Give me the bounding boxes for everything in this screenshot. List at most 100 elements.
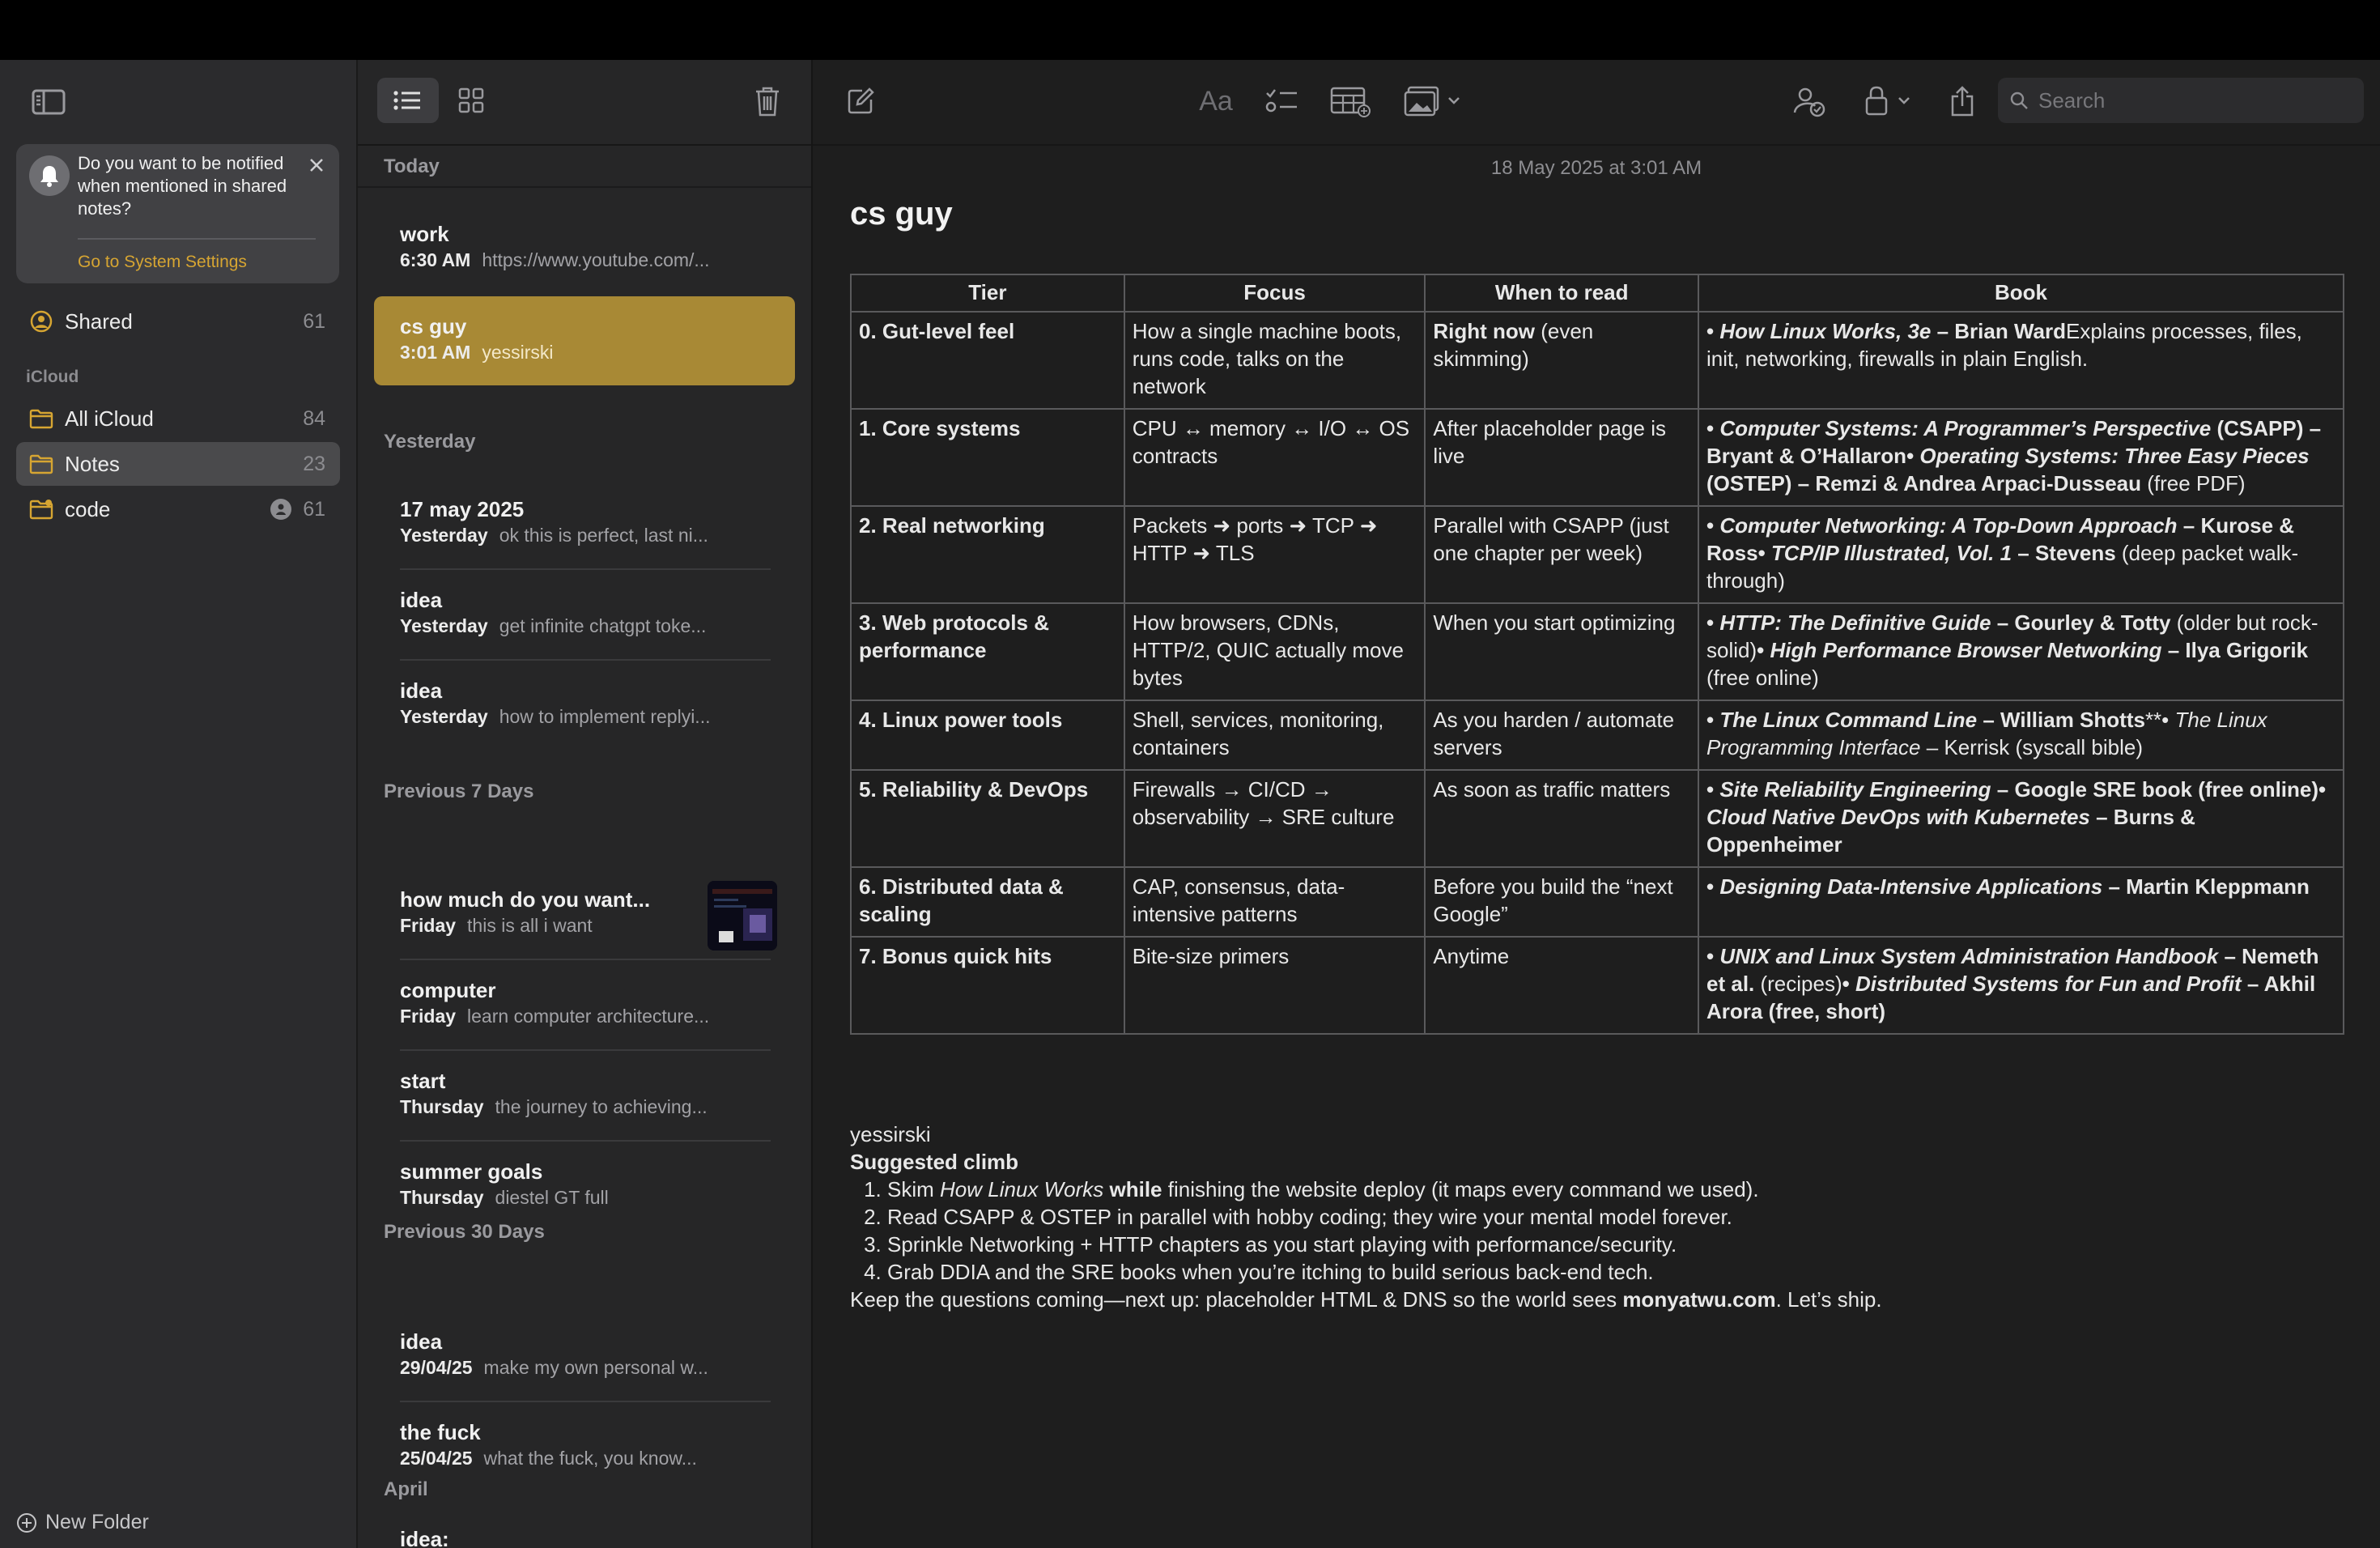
when-cell[interactable]: When you start optimizing bbox=[1424, 602, 1700, 701]
note-item-work[interactable]: work 6:30 AM https://www.youtube.com/... bbox=[374, 204, 795, 293]
note-item-17-may-2025[interactable]: 17 may 2025 Yesterday ok this is perfect,… bbox=[374, 479, 795, 570]
group-header-previous-30-days: Previous 30 Days bbox=[384, 1221, 545, 1243]
note-item-how-much-do-you-want[interactable]: how much do you want... Friday this is al… bbox=[374, 870, 795, 960]
compose-button[interactable] bbox=[842, 79, 879, 123]
note-item-idea[interactable]: idea 29/04/25 make my own personal w... bbox=[374, 1312, 795, 1402]
when-cell[interactable]: Parallel with CSAPP (just one chapter pe… bbox=[1424, 505, 1700, 604]
table-button[interactable] bbox=[1328, 79, 1373, 123]
checklist-button[interactable] bbox=[1261, 79, 1302, 123]
collaborate-button[interactable] bbox=[1791, 79, 1828, 123]
book-cell[interactable]: • The Linux Command Line – William Shott… bbox=[1698, 700, 2344, 771]
focus-cell[interactable]: How browsers, CDNs, HTTP/2, QUIC actuall… bbox=[1123, 602, 1426, 701]
note-item-idea[interactable]: idea Yesterday get infinite chatgpt toke.… bbox=[374, 570, 795, 661]
numbered-list: Skim How Linux Works while finishing the… bbox=[850, 1176, 2344, 1286]
note-item-idea[interactable]: idea: bbox=[374, 1509, 795, 1548]
sidebar-item-all-icloud[interactable]: All iCloud 84 bbox=[16, 397, 340, 440]
list-item: Grab DDIA and the SRE books when you’re … bbox=[887, 1258, 2344, 1286]
note-title: cs guy bbox=[400, 314, 467, 338]
tier-cell[interactable]: 4. Linux power tools bbox=[850, 700, 1125, 771]
close-icon[interactable] bbox=[305, 154, 328, 176]
list-view-button[interactable] bbox=[377, 78, 439, 123]
note-item-start[interactable]: start Thursday the journey to achieving..… bbox=[374, 1051, 795, 1142]
focus-cell[interactable]: Bite-size primers bbox=[1123, 936, 1426, 1035]
go-to-system-settings-link[interactable]: Go to System Settings bbox=[78, 253, 247, 272]
table-header-cell[interactable]: Tier bbox=[850, 274, 1125, 313]
table-header-cell[interactable]: When to read bbox=[1424, 274, 1700, 313]
note-item-cs-guy[interactable]: cs guy 3:01 AM yessirski bbox=[374, 296, 795, 385]
text-run: • bbox=[1706, 610, 1720, 635]
note-item-summer-goals[interactable]: summer goals Thursday diestel GT full bbox=[374, 1142, 795, 1231]
tier-cell[interactable]: 3. Web protocols & performance bbox=[850, 602, 1125, 701]
search-input[interactable] bbox=[2037, 87, 2348, 114]
delete-note-button[interactable] bbox=[751, 83, 784, 120]
sidebar-item-count: 23 bbox=[303, 452, 325, 475]
note-body[interactable]: yessirski Suggested climb Skim How Linux… bbox=[850, 1121, 2344, 1313]
text-run: Skim bbox=[887, 1177, 940, 1201]
when-cell[interactable]: As you harden / automate servers bbox=[1424, 700, 1700, 771]
focus-cell[interactable]: CPU ↔ memory ↔ I/O ↔ OS contracts bbox=[1123, 408, 1426, 507]
collaborate-icon bbox=[1793, 87, 1825, 117]
tier-cell[interactable]: 5. Reliability & DevOps bbox=[850, 769, 1125, 868]
lock-button[interactable] bbox=[1862, 79, 1920, 123]
note-table[interactable]: Tier Focus When to read Book 0. Gut-leve… bbox=[850, 274, 2344, 1035]
when-cell[interactable]: Before you build the “next Google” bbox=[1424, 866, 1700, 938]
media-button[interactable] bbox=[1404, 79, 1465, 123]
text-run: • bbox=[1706, 777, 1720, 802]
book-cell[interactable]: • Computer Systems: A Programmer’s Persp… bbox=[1698, 408, 2344, 507]
note-item-the-fuck[interactable]: the fuck 25/04/25 what the fuck, you know… bbox=[374, 1402, 795, 1491]
sidebar-item-count: 84 bbox=[303, 406, 325, 430]
note-item-computer[interactable]: computer Friday learn computer architectu… bbox=[374, 960, 795, 1051]
book-cell[interactable]: • How Linux Works, 3e – Brian WardExplai… bbox=[1698, 311, 2344, 410]
format-button[interactable]: Aa bbox=[1193, 79, 1239, 123]
text-run: (recipes) bbox=[1754, 972, 1842, 996]
text-run: • bbox=[1906, 444, 1920, 468]
when-cell[interactable]: After placeholder page is live bbox=[1424, 408, 1700, 507]
note-title: idea bbox=[400, 588, 443, 612]
book-cell[interactable]: • Designing Data-Intensive Applications … bbox=[1698, 866, 2344, 938]
tier-cell[interactable]: 0. Gut-level feel bbox=[850, 311, 1125, 410]
paragraph: yessirski bbox=[850, 1122, 931, 1146]
note-title: start bbox=[400, 1069, 446, 1093]
note-title[interactable]: cs guy bbox=[850, 196, 953, 232]
focus-cell[interactable]: How a single machine boots, runs code, t… bbox=[1123, 311, 1426, 410]
when-cell[interactable]: Right now (even skimming) bbox=[1424, 311, 1700, 410]
search-field[interactable] bbox=[1998, 78, 2364, 123]
text-run: • bbox=[1842, 972, 1855, 996]
book-cell[interactable]: • Computer Networking: A Top-Down Approa… bbox=[1698, 505, 2344, 604]
text-run: • bbox=[1757, 541, 1771, 565]
focus-cell[interactable]: CAP, consensus, data-intensive patterns bbox=[1123, 866, 1426, 938]
focus-cell[interactable]: Shell, services, monitoring, containers bbox=[1123, 700, 1426, 771]
book-cell[interactable]: • HTTP: The Definitive Guide – Gourley &… bbox=[1698, 602, 2344, 701]
sidebar-item-shared[interactable]: Shared 61 bbox=[16, 300, 340, 343]
sidebar-item-notes[interactable]: Notes 23 bbox=[16, 442, 340, 486]
book-cell[interactable]: • Site Reliability Engineering – Google … bbox=[1698, 769, 2344, 868]
gallery-view-button[interactable] bbox=[440, 78, 502, 123]
group-header-april: April bbox=[384, 1478, 428, 1500]
note-item-idea[interactable]: idea Yesterday how to implement replyi... bbox=[374, 661, 795, 750]
table-row: 1. Core systems CPU ↔ memory ↔ I/O ↔ OS c… bbox=[850, 408, 2344, 507]
when-cell[interactable]: As soon as traffic matters bbox=[1424, 769, 1700, 868]
share-button[interactable] bbox=[1946, 79, 1978, 123]
share-icon bbox=[1951, 86, 1974, 117]
divider bbox=[78, 238, 316, 240]
table-header-cell[interactable]: Focus bbox=[1123, 274, 1426, 313]
focus-cell[interactable]: Packets ➜ ports ➜ TCP ➜ HTTP ➜ TLS bbox=[1123, 505, 1426, 604]
notification-message: Do you want to be notified when mentione… bbox=[78, 153, 287, 219]
new-folder-button[interactable]: New Folder bbox=[16, 1511, 149, 1534]
tier-cell[interactable]: 1. Core systems bbox=[850, 408, 1125, 507]
book-cell[interactable]: • UNIX and Linux System Administration H… bbox=[1698, 936, 2344, 1035]
focus-cell[interactable]: Firewalls → CI/CD → observability → SRE … bbox=[1123, 769, 1426, 868]
sidebar-item-code[interactable]: code 61 bbox=[16, 487, 340, 531]
table-header-cell[interactable]: Book bbox=[1698, 274, 2344, 313]
plus-circle-icon bbox=[17, 1512, 36, 1533]
text-run: Operating Systems: Three Easy Pieces bbox=[1919, 444, 2310, 468]
sidebar-item-label: Notes bbox=[65, 451, 120, 476]
text-run: **• bbox=[2144, 708, 2175, 732]
tier-cell[interactable]: 7. Bonus quick hits bbox=[850, 936, 1125, 1035]
group-header-yesterday: Yesterday bbox=[384, 431, 476, 453]
tier-cell[interactable]: 2. Real networking bbox=[850, 505, 1125, 604]
sidebar-toggle-button[interactable] bbox=[31, 87, 66, 117]
when-cell[interactable]: Anytime bbox=[1424, 936, 1700, 1035]
tier-cell[interactable]: 6. Distributed data & scaling bbox=[850, 866, 1125, 938]
paragraph: Keep the questions coming—next up: place… bbox=[850, 1286, 2344, 1313]
